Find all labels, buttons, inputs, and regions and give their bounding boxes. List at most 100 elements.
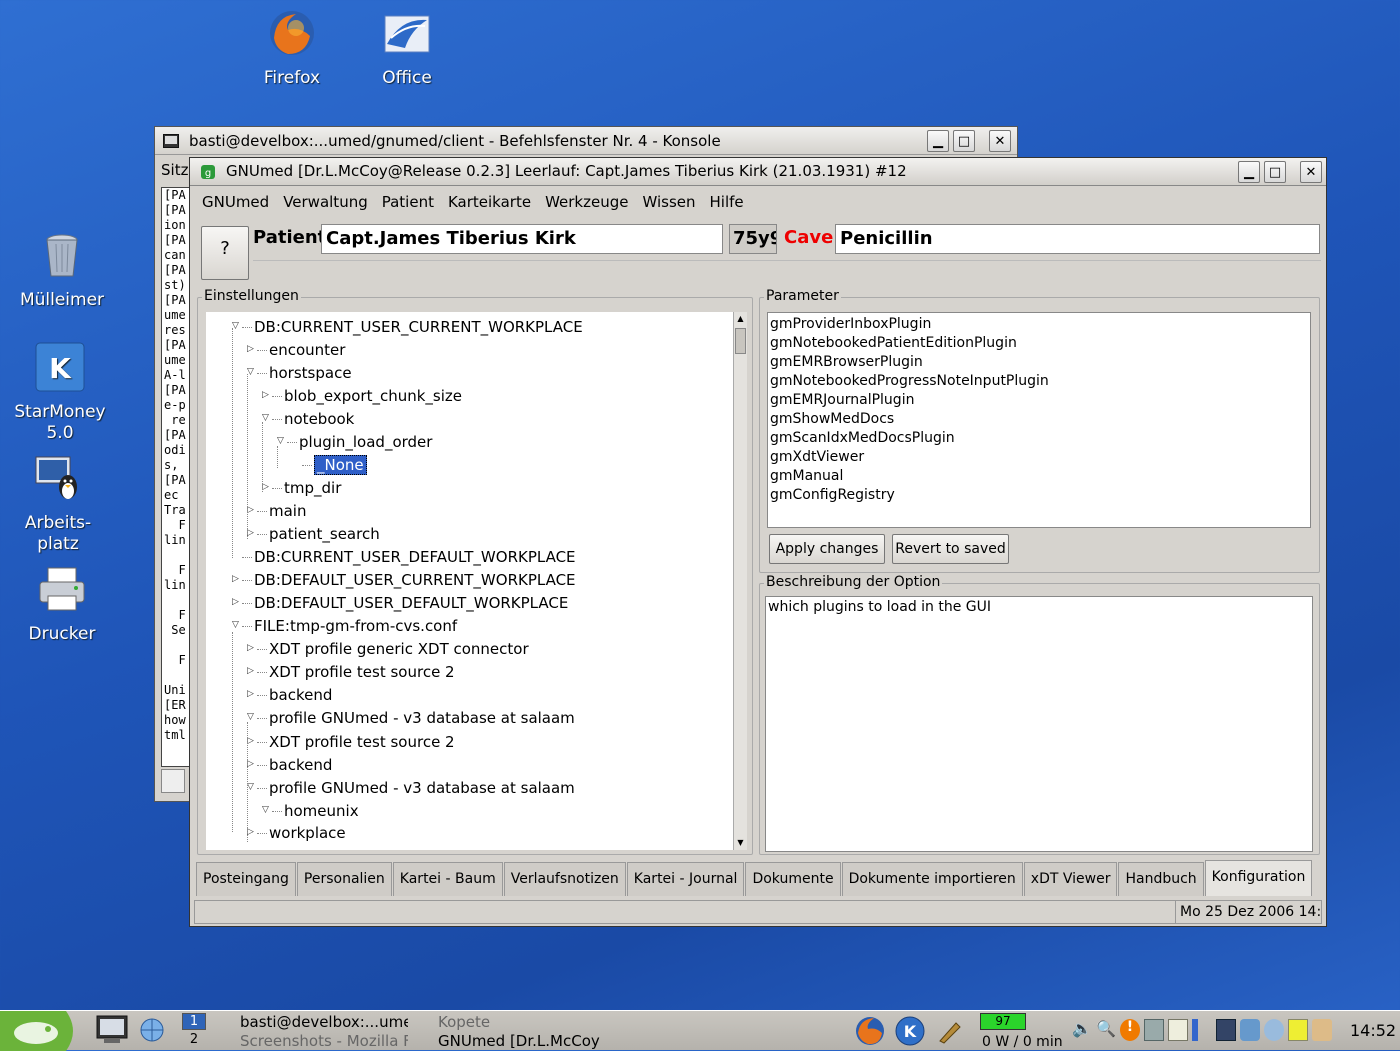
signal-icon[interactable] (1192, 1019, 1212, 1041)
list-item[interactable]: gmEMRBrowserPlugin (770, 353, 1308, 372)
terminal-icon[interactable] (96, 1015, 128, 1045)
monitor-icon[interactable] (1216, 1019, 1236, 1041)
warning-icon[interactable]: ! (1120, 1019, 1140, 1041)
menu-gnumed[interactable]: GNUmed (202, 188, 269, 216)
konqueror-icon[interactable]: K (894, 1015, 926, 1047)
minimize-button[interactable]: ▁ (1238, 161, 1260, 183)
menu-karteikarte[interactable]: Karteikarte (448, 188, 531, 216)
clipboard-icon[interactable] (1168, 1019, 1188, 1041)
tree-node[interactable]: plugin_load_order (299, 433, 432, 451)
expand-closed-icon[interactable]: ▷ (232, 574, 239, 584)
tree-node[interactable]: notebook (284, 410, 354, 428)
desktop-icon-workplace[interactable]: Arbeits- platz (10, 453, 106, 555)
close-button[interactable]: ✕ (1300, 161, 1322, 183)
expand-closed-icon[interactable]: ▷ (232, 597, 239, 607)
tree-node[interactable]: homeunix (284, 802, 359, 820)
tree-node[interactable]: main (269, 502, 306, 520)
expand-open-icon[interactable]: ▽ (232, 620, 239, 630)
expand-closed-icon[interactable]: ▷ (262, 390, 269, 400)
expand-closed-icon[interactable]: ▷ (247, 344, 254, 354)
expand-closed-icon[interactable]: ▷ (247, 528, 254, 538)
tree-node[interactable]: XDT profile generic XDT connector (269, 640, 529, 658)
network-tray-icon[interactable] (1240, 1019, 1260, 1041)
desktop-pager-1[interactable]: 1 (182, 1013, 206, 1030)
menu-wissen[interactable]: Wissen (642, 188, 695, 216)
tree-node[interactable]: workplace (269, 824, 346, 842)
expand-closed-icon[interactable]: ▷ (262, 482, 269, 492)
expand-closed-icon[interactable]: ▷ (247, 505, 254, 515)
desktop-icon-trash[interactable]: Mülleimer (14, 230, 110, 311)
tab-dokumente[interactable]: Dokumente (745, 862, 841, 896)
parameter-list[interactable]: gmProviderInboxPlugin gmNotebookedPatien… (767, 312, 1311, 528)
expand-open-icon[interactable]: ▽ (277, 436, 284, 446)
cave-field[interactable]: Penicillin (835, 224, 1320, 254)
tree-node[interactable]: _None (314, 455, 367, 475)
tab-xdt-viewer[interactable]: xDT Viewer (1023, 862, 1118, 896)
apply-changes-button[interactable]: Apply changes (769, 534, 885, 564)
list-item[interactable]: gmShowMedDocs (770, 410, 1308, 429)
task-mozilla[interactable]: Screenshots - Mozilla Fi (222, 1032, 408, 1050)
tray-app-icon[interactable] (1144, 1019, 1164, 1041)
tree-node[interactable]: backend (269, 756, 332, 774)
scroll-thumb[interactable] (735, 328, 746, 354)
tray-tool-icon[interactable] (1312, 1019, 1332, 1041)
gnumed-titlebar[interactable]: g GNUmed [Dr.L.McCoy@Release 0.2.3] Leer… (190, 158, 1326, 186)
tree-node[interactable]: DB:CURRENT_USER_CURRENT_WORKPLACE (254, 318, 583, 336)
expand-open-icon[interactable]: ▽ (232, 321, 239, 331)
desktop-icon-firefox[interactable]: Firefox (252, 8, 332, 89)
tree-node[interactable]: profile GNUmed - v3 database at salaam (269, 779, 575, 797)
expand-closed-icon[interactable]: ▷ (247, 689, 254, 699)
expand-open-icon[interactable]: ▽ (262, 805, 269, 815)
desktop-icon-office[interactable]: Office (367, 8, 447, 89)
list-item[interactable]: gmNotebookedPatientEditionPlugin (770, 334, 1308, 353)
tree-node[interactable]: encounter (269, 341, 345, 359)
menu-patient[interactable]: Patient (382, 188, 434, 216)
expand-closed-icon[interactable]: ▷ (247, 666, 254, 676)
network-icon[interactable] (136, 1015, 168, 1045)
list-item[interactable]: gmXdtViewer (770, 448, 1308, 467)
list-item[interactable]: gmManual (770, 467, 1308, 486)
maximize-button[interactable]: □ (953, 130, 975, 152)
update-icon[interactable] (1264, 1019, 1284, 1041)
tab-konfiguration[interactable]: Konfiguration (1204, 860, 1313, 896)
desktop-icon-printer[interactable]: Drucker (14, 564, 110, 645)
tree-node[interactable]: DB:CURRENT_USER_DEFAULT_WORKPLACE (254, 548, 576, 566)
settings-tree[interactable]: ▽ DB:CURRENT_USER_CURRENT_WORKPLACE ▷ encou… (206, 312, 734, 850)
minimize-button[interactable]: ▁ (927, 130, 949, 152)
list-item[interactable]: gmScanIdxMedDocsPlugin (770, 429, 1308, 448)
tab-personalien[interactable]: Personalien (296, 862, 392, 896)
search-icon[interactable]: 🔍 (1096, 1019, 1116, 1041)
battery-indicator[interactable]: 97 (980, 1013, 1026, 1030)
scroll-up-arrow[interactable]: ▲ (734, 312, 747, 326)
task-kopete[interactable]: Kopete (422, 1013, 490, 1031)
tree-node[interactable]: XDT profile test source 2 (269, 733, 455, 751)
tab-handbuch[interactable]: Handbuch (1118, 862, 1204, 896)
desktop-pager-2[interactable]: 2 (182, 1032, 206, 1049)
speaker-icon[interactable]: 🔈 (1072, 1019, 1092, 1041)
konsole-menu-session[interactable]: Sitz (161, 161, 188, 179)
tree-node[interactable]: tmp_dir (284, 479, 341, 497)
help-button[interactable]: ? (201, 226, 249, 280)
tree-scrollbar[interactable]: ▲ ▼ (733, 312, 747, 850)
expand-closed-icon[interactable]: ▷ (247, 736, 254, 746)
list-item[interactable]: gmEMRJournalPlugin (770, 391, 1308, 410)
scroll-down-arrow[interactable]: ▼ (734, 836, 747, 850)
tree-node[interactable]: horstspace (269, 364, 352, 382)
menu-verwaltung[interactable]: Verwaltung (283, 188, 368, 216)
menu-hilfe[interactable]: Hilfe (710, 188, 744, 216)
new-session-icon[interactable] (161, 769, 185, 793)
tree-node[interactable]: patient_search (269, 525, 380, 543)
desktop-icon-starmoney[interactable]: K StarMoney 5.0 (10, 342, 110, 444)
expand-closed-icon[interactable]: ▷ (247, 643, 254, 653)
tab-verlaufsnotizen[interactable]: Verlaufsnotizen (503, 862, 626, 896)
tab-kartei-journal[interactable]: Kartei - Journal (626, 862, 745, 896)
description-text[interactable]: which plugins to load in the GUI (765, 596, 1313, 852)
tree-node[interactable]: profile GNUmed - v3 database at salaam (269, 709, 575, 727)
tree-node[interactable]: blob_export_chunk_size (284, 387, 462, 405)
expand-open-icon[interactable]: ▽ (262, 413, 269, 423)
tree-node[interactable]: DB:DEFAULT_USER_DEFAULT_WORKPLACE (254, 594, 568, 612)
revert-to-saved-button[interactable]: Revert to saved (892, 534, 1009, 564)
expand-closed-icon[interactable]: ▷ (247, 759, 254, 769)
tool-icon[interactable] (934, 1015, 966, 1047)
tree-node[interactable]: XDT profile test source 2 (269, 663, 455, 681)
